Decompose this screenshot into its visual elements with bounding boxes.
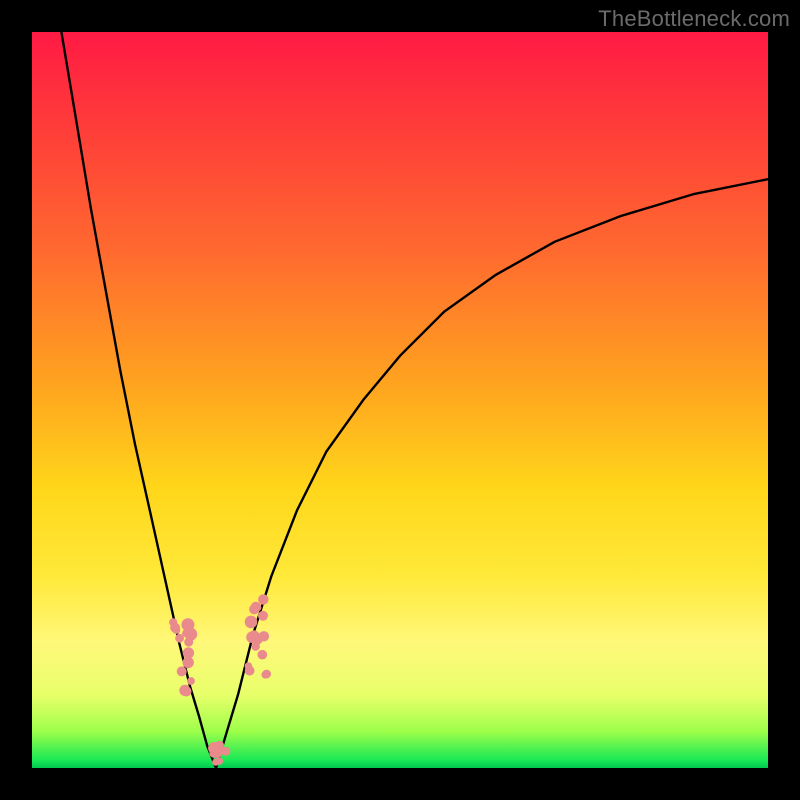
data-point bbox=[259, 631, 269, 641]
data-point bbox=[215, 748, 223, 756]
data-point bbox=[169, 618, 177, 626]
chart-frame: TheBottleneck.com bbox=[0, 0, 800, 800]
data-point bbox=[183, 657, 194, 668]
data-point bbox=[175, 634, 184, 643]
scatter-dots bbox=[169, 594, 271, 766]
data-point bbox=[177, 666, 187, 676]
data-point bbox=[181, 686, 191, 696]
data-point bbox=[187, 677, 195, 685]
data-point bbox=[245, 616, 258, 629]
plot-area bbox=[32, 32, 768, 768]
curve-right bbox=[216, 179, 768, 768]
chart-svg bbox=[32, 32, 768, 768]
data-point bbox=[181, 618, 194, 631]
data-point bbox=[246, 631, 258, 643]
watermark-text: TheBottleneck.com bbox=[598, 6, 790, 32]
data-point bbox=[249, 604, 259, 614]
data-point bbox=[245, 662, 253, 670]
data-point bbox=[261, 671, 269, 679]
data-point bbox=[258, 611, 268, 621]
data-point bbox=[212, 759, 219, 766]
curve-left bbox=[61, 32, 216, 768]
data-point bbox=[258, 594, 268, 604]
data-point bbox=[184, 638, 193, 647]
data-point bbox=[258, 650, 268, 660]
data-point bbox=[172, 626, 180, 634]
